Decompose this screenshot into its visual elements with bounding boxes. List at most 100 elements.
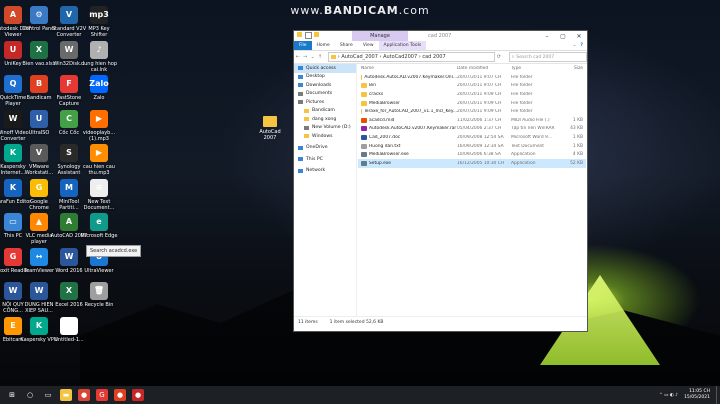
new-folder-icon[interactable] — [314, 32, 319, 37]
file-name-cell: MediaBrowser.exe — [358, 152, 457, 158]
file-row[interactable]: Setup.exe 16/12/2005 10:30 CH Application 5… — [358, 158, 586, 168]
address-bar[interactable]: › AutoCad_2007 › AutoCad2007 › cad 2007 — [327, 52, 496, 62]
file-name: Bin — [369, 83, 377, 89]
tab-view[interactable]: View — [358, 41, 379, 50]
file-type: File folder — [511, 100, 533, 106]
tab-application-tools[interactable]: Application Tools — [378, 41, 427, 50]
nav-item-label: New Volume (D:) — [312, 125, 351, 131]
title-bar[interactable]: Manage cad 2007 – ▢ ✕ — [294, 31, 587, 41]
app-icon: W — [30, 282, 48, 300]
file-icon — [361, 152, 367, 158]
taskbar-chrome-icon[interactable]: ● — [78, 389, 90, 401]
desktop-icon-mp3-key-shifter[interactable]: mp3 MP3 Key Shifter — [80, 6, 118, 38]
file-row[interactable]: Autodesk.AutoCAD.v2007.Keymaker.Onl... 20… — [358, 73, 586, 82]
taskbar-bandicam-icon[interactable]: ● — [114, 389, 126, 401]
file-row[interactable]: MediaBrowser 20/07/2011 9:09 CH File folde… — [358, 99, 586, 108]
up-button[interactable]: ↑ — [316, 54, 323, 60]
pictures-icon — [298, 100, 303, 105]
file-name-cell: Huong dan.txt — [358, 143, 457, 149]
nav-item-this-pc[interactable]: This PC — [294, 155, 356, 164]
close-button[interactable]: ✕ — [571, 31, 587, 41]
navigation-pane: Quick access Desktop Downloads Documents Pic… — [294, 64, 357, 316]
help-icon[interactable]: ? — [580, 43, 587, 48]
taskbar-foxit-icon[interactable]: G — [96, 389, 108, 401]
tab-file[interactable]: File — [294, 41, 312, 50]
app-icon: S — [60, 144, 78, 162]
expand-ribbon-icon[interactable]: ⌄ — [573, 43, 581, 48]
tab-home[interactable]: Home — [312, 41, 335, 50]
nav-item-downloads[interactable]: Downloads — [294, 81, 356, 90]
column-type[interactable]: Type — [511, 66, 555, 71]
taskbar-search-icon[interactable]: ○ — [24, 389, 36, 401]
nav-item-onedrive[interactable]: OneDrive — [294, 144, 356, 153]
maximize-button[interactable]: ▢ — [555, 31, 571, 41]
tray-icons[interactable]: ⌃ ▭ ◐ ♪ — [659, 393, 678, 398]
file-icon — [361, 126, 367, 132]
search-input[interactable]: ⌕ Search cad 2007 — [508, 52, 588, 62]
desktop-icon-cau-hien-cau-thu-mp3[interactable]: ▶ cau hien cau thu.mp3 — [80, 144, 118, 176]
nav-item-documents[interactable]: Documents — [294, 90, 356, 99]
column-size[interactable]: Size — [555, 66, 583, 71]
taskbar-start-icon[interactable]: ⊞ — [6, 389, 18, 401]
file-name-cell: Autodesk.AutoCAD.v2007.Keymaker.Onl... — [358, 74, 457, 80]
tab-share[interactable]: Share — [335, 41, 358, 50]
desktop-icon-videoplayb-1-mp3[interactable]: ▶ videoplayb... (1).mp3 — [80, 109, 118, 142]
taskbar-task-view-icon[interactable]: ▭ — [42, 389, 54, 401]
back-button[interactable]: ← — [294, 54, 301, 60]
nav-item-pictures[interactable]: Pictures — [294, 98, 356, 107]
file-size: 1 KB — [572, 117, 583, 123]
manage-tab[interactable]: Manage — [352, 31, 408, 41]
folder-icon — [361, 74, 363, 80]
clock[interactable]: 11:05 CH 15/05/2021 — [684, 389, 710, 401]
taskbar-record-icon[interactable]: ● — [132, 389, 144, 401]
column-name[interactable]: Name — [358, 66, 457, 71]
show-desktop-button[interactable] — [716, 386, 720, 404]
file-type: Text Document — [511, 143, 545, 149]
nav-item-desktop[interactable]: Desktop — [294, 73, 356, 82]
app-icon: A — [60, 213, 78, 231]
desktop-icon-recycle-bin[interactable]: 🗑 Recycle Bin — [80, 282, 118, 308]
forward-button[interactable]: → — [301, 54, 308, 60]
file-row[interactable]: acadcd.mid 11/02/2006 1:37 CH MIDI Audio F… — [358, 116, 586, 125]
file-icon — [361, 160, 367, 166]
file-name-cell: Teraxe_for_AutoCAD_2007_v1.1_Incl_Key... — [358, 109, 457, 115]
desktop-icon-microsoft-edge[interactable]: e Microsoft Edge — [80, 213, 118, 239]
nav-item-label: dang xong — [312, 116, 337, 122]
file-row[interactable]: Teraxe_for_AutoCAD_2007_v1.1_Incl_Key...… — [358, 107, 586, 116]
minimize-button[interactable]: – — [539, 31, 555, 41]
nav-item-windows[interactable]: Windows — [294, 132, 356, 141]
file-row[interactable]: cracks 20/07/2011 9:09 CH File folder — [358, 90, 586, 99]
nav-item-network[interactable]: Network — [294, 167, 356, 176]
file-icon — [361, 143, 367, 149]
nav-item-bandicam[interactable]: Bandicam — [294, 107, 356, 116]
folder-icon — [304, 117, 309, 122]
breadcrumb[interactable]: › AutoCad_2007 › AutoCad2007 › cad 2007 — [338, 54, 446, 60]
desktop-icon-untitled-1[interactable]: 1 Untitled-1... — [50, 316, 88, 343]
star-icon — [298, 66, 303, 71]
recent-locations-button[interactable]: ⌄ — [309, 54, 316, 60]
nav-item-quick-access[interactable]: Quick access — [294, 64, 356, 73]
file-explorer-window[interactable]: Manage cad 2007 – ▢ ✕ File Home Share Vi… — [293, 30, 588, 332]
column-date-modified[interactable]: Date modified — [457, 66, 511, 71]
file-icon — [361, 117, 367, 123]
nav-item-dang-xong[interactable]: dang xong — [294, 115, 356, 124]
search-icon: ⌕ — [511, 55, 515, 60]
desktop-icon-new-text-document[interactable]: ≡ New Text Document... — [80, 178, 118, 211]
file-row[interactable]: MediaBrowser.exe 10/09/2006 6:38 SA Applic… — [358, 150, 586, 159]
address-bar-row: ← → ⌄ ↑ › AutoCad_2007 › AutoCad2007 › c… — [294, 51, 588, 64]
desktop-icon-dung-hien-hop-cai-lnk[interactable]: ♪ dung hien hop cai.lnk — [80, 40, 118, 73]
taskbar-explorer-icon[interactable]: ▬ — [60, 389, 72, 401]
desktop-icon — [298, 74, 303, 79]
quick-access-toolbar-icon[interactable] — [305, 32, 312, 39]
file-row[interactable]: Cad_2007.doc 20/09/2008 12:54 SA Microsoft… — [358, 133, 586, 142]
file-row[interactable]: Autodesk.AutoCAD.v2007.Keymaker.rar 05/04… — [358, 125, 586, 134]
app-icon: M — [60, 178, 78, 197]
file-row[interactable]: Huong dan.txt 16/09/2009 12:34 SA Text Doc… — [358, 142, 586, 151]
desktop-folder-autocad[interactable]: AutoCad 2007 — [255, 116, 285, 141]
desktop-icon-label: dung hien hop cai.lnk — [80, 60, 118, 73]
desktop-icon-zalo[interactable]: Zalo Zalo — [80, 75, 118, 101]
refresh-button[interactable]: ⟳ — [495, 54, 502, 60]
drive-icon — [304, 125, 309, 130]
nav-item-new-volume-d[interactable]: New Volume (D:) — [294, 124, 356, 133]
file-row[interactable]: Bin 20/07/2011 9:07 CH File folder — [358, 82, 586, 91]
